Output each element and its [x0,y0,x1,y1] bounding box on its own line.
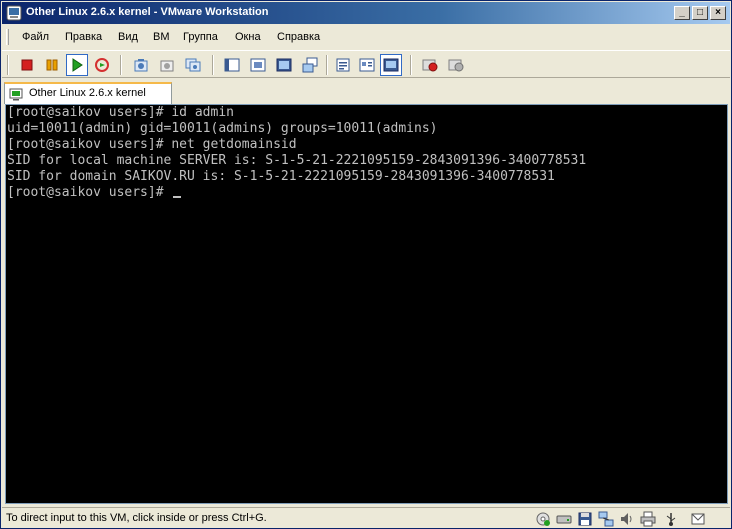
console-cursor [173,196,182,198]
vm-tab-icon [9,87,23,101]
record-icon [422,57,438,73]
console-view-icon [383,57,399,73]
console-line: SID for domain SAIKOV.RU is: S-1-5-21-22… [7,169,555,184]
floppy-icon[interactable] [577,511,593,527]
vm-tab-strip: Other Linux 2.6.x kernel [2,80,730,104]
console-line: [root@saikov users]# net getdomainsid [7,137,297,152]
tab-vm[interactable]: Other Linux 2.6.x kernel [4,82,172,104]
quick-switch-icon [302,57,318,73]
cd-rom-icon[interactable] [535,511,551,527]
snapshot-button[interactable] [130,54,152,76]
console-prompt-line: [root@saikov users]# [7,185,182,201]
snapshot-icon [133,57,149,73]
full-screen-button[interactable] [273,54,295,76]
appliance-view-button[interactable] [356,54,378,76]
close-button[interactable]: × [710,6,726,20]
playback-icon [448,57,464,73]
console-view-button[interactable] [380,54,402,76]
menu-grip [6,29,9,45]
fit-window-icon [250,57,266,73]
menu-edit[interactable]: Правка [65,31,102,43]
toolbar-separator [212,55,214,75]
appliance-view-icon [359,57,375,73]
sound-icon[interactable] [619,511,635,527]
menu-view[interactable]: Вид [118,31,138,43]
quick-switch-button[interactable] [299,54,321,76]
vmware-app-icon [6,5,22,21]
usb-icon[interactable] [663,511,679,527]
toolbar-grip [7,55,9,75]
console-line: uid=10011(admin) gid=10011(admins) group… [7,121,438,136]
messages-icon[interactable] [690,511,706,527]
suspend-icon [44,57,60,73]
menu-file[interactable]: Файл [22,31,49,43]
console-prompt: [root@saikov users]# [7,185,172,200]
reset-icon [94,57,110,73]
tab-label: Other Linux 2.6.x kernel [29,87,146,99]
summary-view-button[interactable] [332,54,354,76]
window-title: Other Linux 2.6.x kernel - VMware Workst… [26,6,269,18]
console-line: SID for local machine SERVER is: S-1-5-2… [7,153,587,168]
playback-button[interactable] [445,54,467,76]
vmware-window: Other Linux 2.6.x kernel - VMware Workst… [0,0,732,529]
printer-icon[interactable] [640,511,656,527]
revert-snapshot-icon [159,57,175,73]
network-icon[interactable] [598,511,614,527]
reset-button[interactable] [91,54,113,76]
power-on-icon [69,57,85,73]
menu-team[interactable]: Группа [183,31,218,43]
title-bar[interactable]: Other Linux 2.6.x kernel - VMware Workst… [2,2,730,24]
power-on-button[interactable] [66,54,88,76]
summary-icon [335,57,351,73]
toolbar [2,50,730,78]
console-line: [root@saikov users]# id admin [7,105,234,120]
fit-window-button[interactable] [247,54,269,76]
minimize-button[interactable]: _ [674,6,690,20]
snapshot-manager-button[interactable] [182,54,204,76]
snapshot-manager-icon [185,57,201,73]
hard-disk-icon[interactable] [556,511,572,527]
record-button[interactable] [419,54,441,76]
maximize-button[interactable]: □ [692,6,708,20]
status-text: To direct input to this VM, click inside… [6,512,267,524]
full-screen-icon [276,57,292,73]
menu-vm[interactable]: ВМ [153,31,170,43]
sidebar-icon [224,57,240,73]
suspend-button[interactable] [41,54,63,76]
toolbar-separator [410,55,412,75]
menu-bar: Файл Правка Вид ВМ Группа Окна Справка [2,25,730,49]
toolbar-separator [120,55,122,75]
power-off-button[interactable] [16,54,38,76]
menu-windows[interactable]: Окна [235,31,261,43]
power-off-icon [19,57,35,73]
menu-help[interactable]: Справка [277,31,320,43]
toolbar-separator [326,55,328,75]
status-bar: To direct input to this VM, click inside… [2,507,730,528]
sidebar-button[interactable] [221,54,243,76]
vm-console[interactable]: [root@saikov users]# id admin uid=10011(… [5,104,728,504]
revert-snapshot-button[interactable] [156,54,178,76]
